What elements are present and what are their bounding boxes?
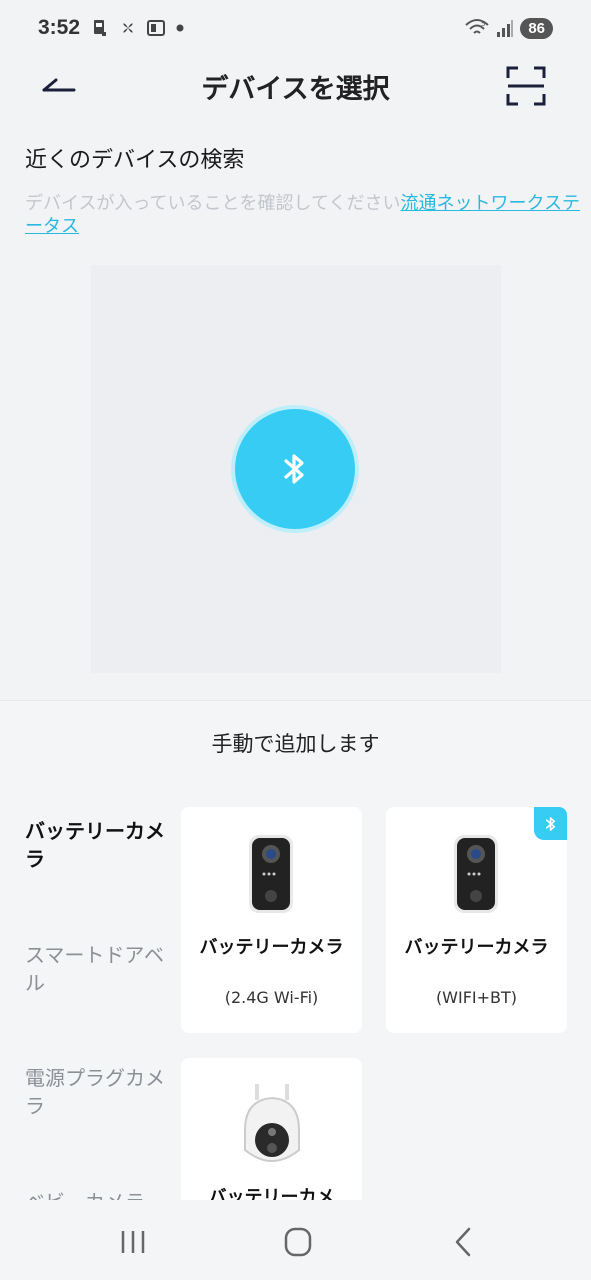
- svg-text:5: 5: [481, 20, 485, 28]
- signal-icon: [497, 20, 514, 37]
- back-arrow-icon[interactable]: [38, 70, 80, 104]
- bluetooth-icon: [545, 816, 555, 831]
- nearby-search-title: 近くのデバイスの検索: [25, 148, 245, 173]
- product-card-battery-camera-wifi-bt[interactable]: バッテリーカメラ (WIFI+BT): [386, 807, 567, 1033]
- product-subtitle: (2.4G Wi-Fi): [224, 988, 319, 1007]
- product-name: バッテリーカメラ: [199, 937, 344, 958]
- page-title: デバイスを選択: [201, 73, 390, 105]
- product-card-plug-camera[interactable]: バッテリーカメ: [181, 1058, 362, 1200]
- status-right-icons: 5 86: [464, 17, 553, 39]
- status-left-icons: [90, 18, 186, 38]
- bluetooth-scan-area: [91, 265, 501, 673]
- system-nav-bar: [0, 1200, 591, 1280]
- bluetooth-scan-button[interactable]: [235, 409, 355, 529]
- home-icon[interactable]: [278, 1225, 318, 1259]
- fan-icon: [123, 23, 133, 33]
- app-header: デバイスを選択: [0, 56, 591, 116]
- category-smart-doorbell[interactable]: スマートドアベル: [25, 941, 165, 997]
- bluetooth-icon: [284, 454, 304, 484]
- product-subtitle: (WIFI+BT): [435, 988, 518, 1007]
- product-name: バッテリーカメ: [208, 1187, 335, 1200]
- wifi-icon: 5: [465, 19, 489, 34]
- manual-add-title: 手動で追加します: [211, 732, 380, 756]
- status-bar: 3:52 5 86: [0, 0, 591, 56]
- news-icon: [147, 20, 166, 36]
- battery-level: 86: [520, 17, 553, 39]
- nfc-icon: [94, 20, 107, 36]
- battery-camera-image: [249, 835, 293, 913]
- recent-apps-icon[interactable]: [113, 1225, 153, 1259]
- dot-icon: [176, 24, 184, 32]
- status-time: 3:52: [38, 16, 81, 39]
- search-hint: デバイスが入っていることを確認してください流通ネットワークステータス: [25, 192, 590, 238]
- back-icon[interactable]: [443, 1225, 483, 1259]
- battery-camera-image: [454, 835, 498, 913]
- plug-camera-image: [244, 1084, 300, 1162]
- bluetooth-badge: [534, 807, 567, 840]
- product-name: バッテリーカメラ: [404, 937, 549, 958]
- product-card-battery-camera-wifi[interactable]: バッテリーカメラ (2.4G Wi-Fi): [181, 807, 362, 1033]
- category-plug-camera[interactable]: 電源プラグカメラ: [25, 1064, 165, 1120]
- search-hint-text: デバイスが入っていることを確認してください: [25, 193, 401, 214]
- category-battery-camera[interactable]: バッテリーカメラ: [25, 817, 165, 873]
- scan-icon[interactable]: [506, 66, 546, 106]
